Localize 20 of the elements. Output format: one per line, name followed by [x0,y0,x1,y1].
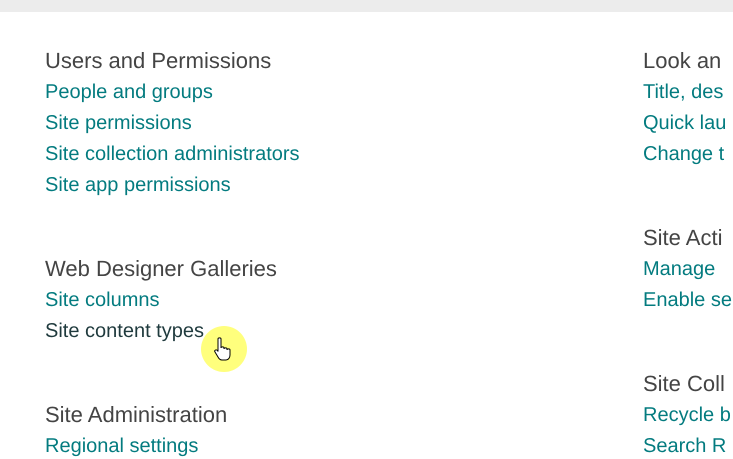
settings-link[interactable]: Site app permissions [45,170,231,201]
section-heading: Site Acti [643,224,722,252]
section-heading: Site Administration [45,401,228,429]
section-heading: Look an [643,47,722,75]
settings-link[interactable]: Search R [643,431,726,459]
section-heading: Users and Permissions [45,47,272,75]
settings-link[interactable]: Site columns [45,285,160,316]
settings-link[interactable]: Manage [643,254,716,285]
settings-link[interactable]: Site content types [45,316,204,347]
settings-link[interactable]: Quick lau [643,108,726,139]
settings-link[interactable]: Site permissions [45,108,192,139]
section-heading: Site Coll [643,370,725,398]
section-heading: Web Designer Galleries [45,255,277,283]
settings-link[interactable]: Site collection administrators [45,139,300,170]
settings-link[interactable]: Regional settings [45,431,198,459]
settings-link[interactable]: Enable se [643,285,732,316]
settings-link[interactable]: Recycle b [643,400,731,431]
settings-link[interactable]: People and groups [45,77,213,108]
settings-link[interactable]: Change t [643,139,724,170]
settings-link[interactable]: Title, des [643,77,724,108]
